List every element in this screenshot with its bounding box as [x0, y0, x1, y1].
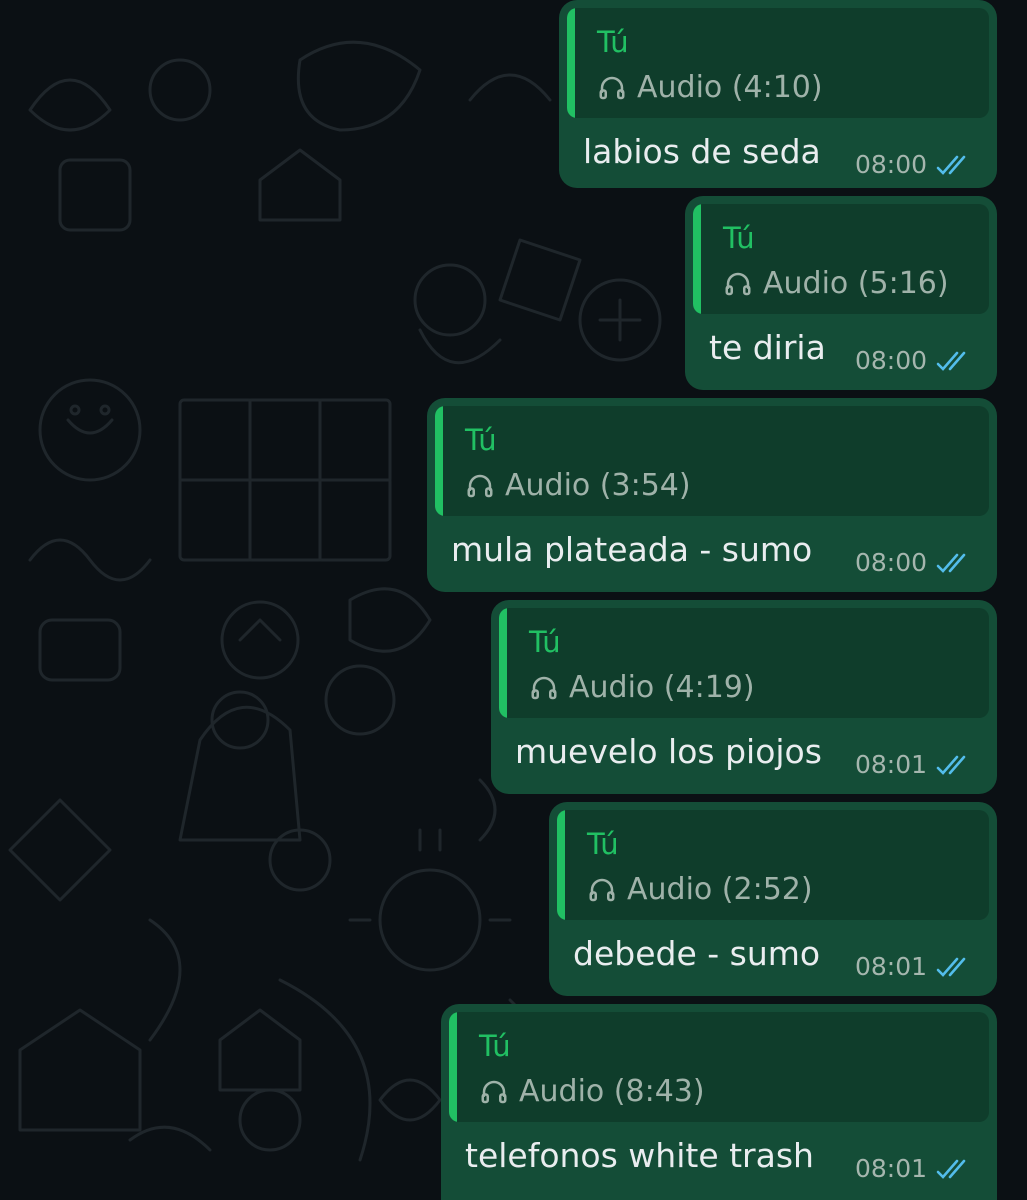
quoted-audio-label: Audio (5:16): [763, 266, 949, 301]
headphones-icon: [467, 474, 493, 498]
quoted-audio-label: Audio (4:10): [637, 70, 823, 105]
read-ticks-icon: [935, 153, 973, 177]
quoted-author: Tú: [723, 221, 755, 255]
headphones-icon: [599, 76, 625, 100]
quoted-audio-label: Audio (4:19): [569, 670, 755, 705]
message-time: 08:01: [854, 750, 927, 779]
quoted-message[interactable]: Tú Audio (2:52): [557, 810, 989, 920]
message-text: labios de seda: [583, 132, 821, 171]
message-bubble[interactable]: Tú Audio (4:10) labios de seda 08:00: [559, 0, 997, 188]
quoted-message[interactable]: Tú Audio (5:16): [693, 204, 989, 314]
quoted-author: Tú: [587, 827, 619, 861]
headphones-icon: [589, 878, 615, 902]
message-bubble[interactable]: Tú Audio (5:16) te diria 08:00: [685, 196, 997, 390]
quoted-audio-label: Audio (3:54): [505, 468, 691, 503]
headphones-icon: [725, 272, 751, 296]
quoted-author: Tú: [529, 625, 561, 659]
quoted-message[interactable]: Tú Audio (3:54): [435, 406, 989, 516]
headphones-icon: [531, 676, 557, 700]
message-text: muevelo los piojos: [515, 732, 822, 771]
headphones-icon: [481, 1080, 507, 1104]
message-time: 08:00: [854, 150, 927, 179]
quoted-message[interactable]: Tú Audio (4:19): [499, 608, 989, 718]
message-time: 08:01: [854, 1154, 927, 1183]
read-ticks-icon: [935, 1157, 973, 1181]
message-text: mula plateada - sumo: [451, 530, 813, 569]
quoted-message[interactable]: Tú Audio (4:10): [567, 8, 989, 118]
message-bubble[interactable]: Tú Audio (4:19) muevelo los piojos 08:01: [491, 600, 997, 794]
message-list: Tú Audio (4:10) labios de seda 08:00 Tú …: [0, 0, 1027, 1200]
message-time: 08:00: [854, 548, 927, 577]
read-ticks-icon: [935, 753, 973, 777]
message-time: 08:00: [854, 346, 927, 375]
message-bubble[interactable]: Tú Audio (3:54) mula plateada - sumo 08:…: [427, 398, 997, 592]
quoted-author: Tú: [479, 1029, 511, 1063]
quoted-author: Tú: [597, 25, 629, 59]
message-text: te diria: [709, 328, 826, 367]
message-text: telefonos white trash: [465, 1136, 814, 1175]
quoted-author: Tú: [465, 423, 497, 457]
read-ticks-icon: [935, 955, 973, 979]
read-ticks-icon: [935, 349, 973, 373]
read-ticks-icon: [935, 551, 973, 575]
message-text: debede - sumo: [573, 934, 821, 973]
quoted-audio-label: Audio (8:43): [519, 1074, 705, 1109]
quoted-message[interactable]: Tú Audio (8:43): [449, 1012, 989, 1122]
message-bubble[interactable]: Tú Audio (8:43) telefonos white trash 08…: [441, 1004, 997, 1200]
quoted-audio-label: Audio (2:52): [627, 872, 813, 907]
message-time: 08:01: [854, 952, 927, 981]
message-bubble[interactable]: Tú Audio (2:52) debede - sumo 08:01: [549, 802, 997, 996]
